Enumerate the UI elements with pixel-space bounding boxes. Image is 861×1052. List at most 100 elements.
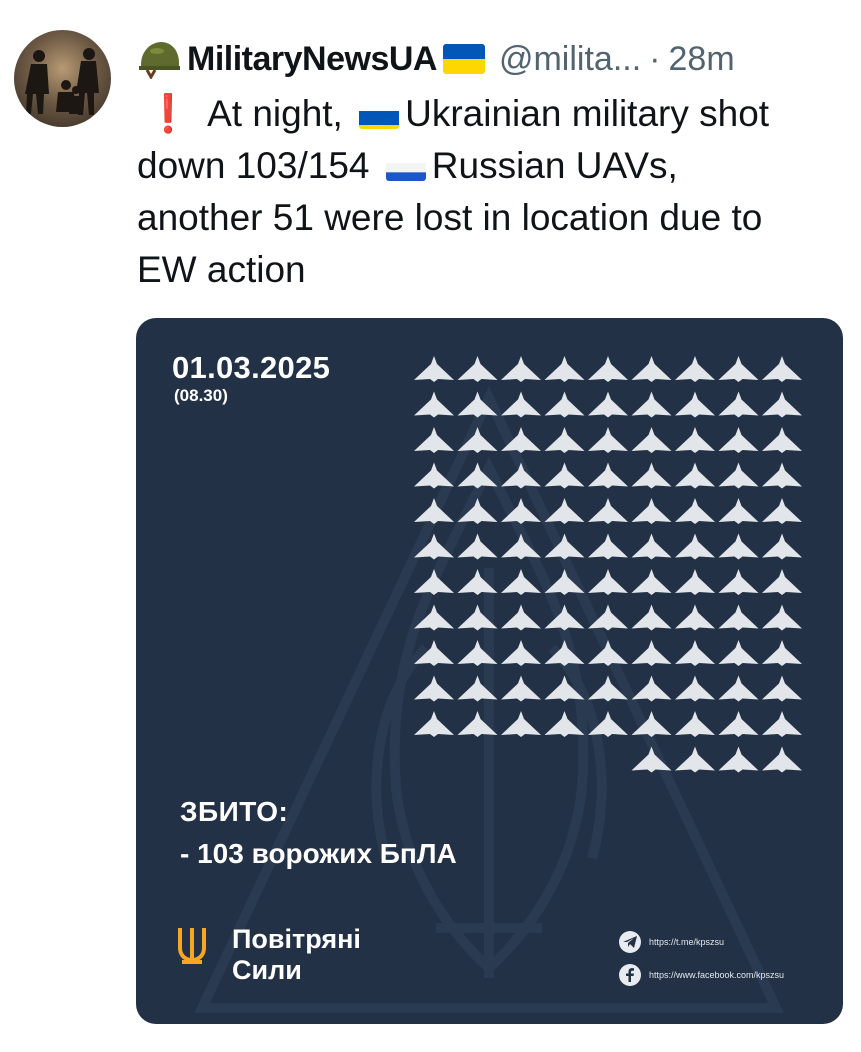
shahed-drone-icon [675,746,715,773]
tweet-line-3: another 51 were lost in location due to [137,197,763,238]
facebook-icon [619,964,641,986]
shahed-drone-icon [457,356,498,382]
shot-down-count: - 103 ворожих БпЛА [180,838,457,869]
shahed-drone-icon [762,711,802,737]
tweet-line-2: down 103/154 Russian UAVs, [137,140,849,192]
drone-grid [414,356,802,773]
avatar[interactable] [14,30,111,127]
shahed-drone-icon [762,391,802,418]
shahed-drone-icon [501,356,541,382]
facebook-url[interactable]: https://www.facebook.com/kpszsu [649,970,784,980]
exclamation-icon: ❗ [145,93,192,134]
shahed-drone-icon [631,427,672,453]
shahed-drone-icon [588,604,628,631]
separator-dot: · [649,39,661,78]
shahed-drone-icon [414,498,454,524]
shahed-drone-icon [414,640,454,666]
shahed-drone-icon [762,462,802,489]
telegram-link[interactable]: https://t.me/kpszsu [619,931,724,953]
shahed-drone-icon [544,569,585,595]
shahed-drone-icon [501,462,541,489]
shahed-drone-icon [457,569,498,595]
russia-flag-icon [385,153,426,181]
telegram-url[interactable]: https://t.me/kpszsu [649,937,724,947]
shahed-drone-icon [414,711,454,737]
shahed-drone-icon [762,675,802,702]
shahed-drone-icon [457,533,498,560]
tweet-text-segment: Ukrainian military shot [405,93,770,134]
shahed-drone-icon [501,569,541,595]
ukraine-flag-icon [442,44,485,74]
ukraine-flag-icon [359,101,400,129]
shahed-drone-icon [631,604,672,631]
shahed-drone-icon [544,427,585,453]
shahed-drone-icon [631,711,672,737]
military-helmet-icon [139,42,180,79]
shahed-drone-icon [457,391,498,418]
shahed-drone-icon [457,498,498,524]
shahed-drone-icon [762,427,802,453]
shahed-drone-icon [414,604,454,631]
shahed-drone-icon [501,427,541,453]
shahed-drone-icon [501,711,541,737]
shahed-drone-icon [675,604,715,631]
shahed-drone-icon [762,569,802,595]
shahed-drone-icon [544,356,585,382]
shahed-drone-icon [675,498,715,524]
post-time[interactable]: 28m [669,40,735,79]
shahed-drone-icon [414,391,454,418]
shahed-drone-icon [631,675,672,702]
shahed-drone-icon [675,391,715,418]
shahed-drone-icon [588,391,628,418]
shahed-drone-icon [718,569,759,595]
shahed-drone-icon [544,640,585,666]
shahed-drone-icon [544,462,585,489]
air-force-brand: Повітряні Сили [232,924,361,986]
media-card[interactable]: 01.03.2025 (08.30) ЗБИТО: - 103 ворожих … [136,318,843,1024]
shahed-drone-icon [718,427,759,453]
shahed-drone-icon [718,462,759,489]
facebook-link[interactable]: https://www.facebook.com/kpszsu [619,964,784,986]
shahed-drone-icon [718,498,759,524]
shahed-drone-icon [762,498,802,524]
shahed-drone-icon [675,711,715,737]
shahed-drone-icon [414,356,454,382]
shahed-drone-icon [718,533,759,560]
display-name[interactable]: MilitaryNewsUA [187,40,437,79]
shahed-drone-icon [457,640,498,666]
tweet-text: ❗ At night, Ukrainian military shot down … [137,88,849,296]
shahed-drone-icon [631,533,672,560]
tweet-line-1: ❗ At night, Ukrainian military shot [137,88,849,140]
shahed-drone-icon [588,356,628,382]
tweet-header: MilitaryNewsUA @milita... · 28m [137,34,843,84]
shahed-drone-icon [544,675,585,702]
shahed-drone-icon [414,675,454,702]
shahed-drone-icon [414,569,454,595]
shahed-drone-icon [588,640,628,666]
shahed-drone-icon [675,462,715,489]
shahed-drone-icon [588,427,628,453]
shahed-drone-icon [631,746,672,773]
shot-down-label: ЗБИТО: [180,796,289,827]
user-handle[interactable]: @milita... [499,40,641,79]
shahed-drone-icon [501,391,541,418]
shahed-drone-icon [588,675,628,702]
shahed-drone-icon [675,356,715,382]
avatar-soldiers-image [25,48,99,115]
shahed-drone-icon [675,427,715,453]
trident-icon [178,928,206,964]
shahed-drone-icon [588,498,628,524]
shahed-drone-icon [544,604,585,631]
tweet-text-segment: down 103/154 [137,145,370,186]
shahed-drone-icon [588,533,628,560]
shahed-drone-icon [457,711,498,737]
shahed-drone-icon [675,675,715,702]
shahed-drone-icon [501,533,541,560]
shahed-drone-icon [544,391,585,418]
shahed-drone-icon [501,640,541,666]
shahed-drone-icon [631,391,672,418]
shahed-drone-icon [631,640,672,666]
shahed-drone-icon [718,640,759,666]
shahed-drone-icon [501,604,541,631]
shahed-drone-icon [762,604,802,631]
